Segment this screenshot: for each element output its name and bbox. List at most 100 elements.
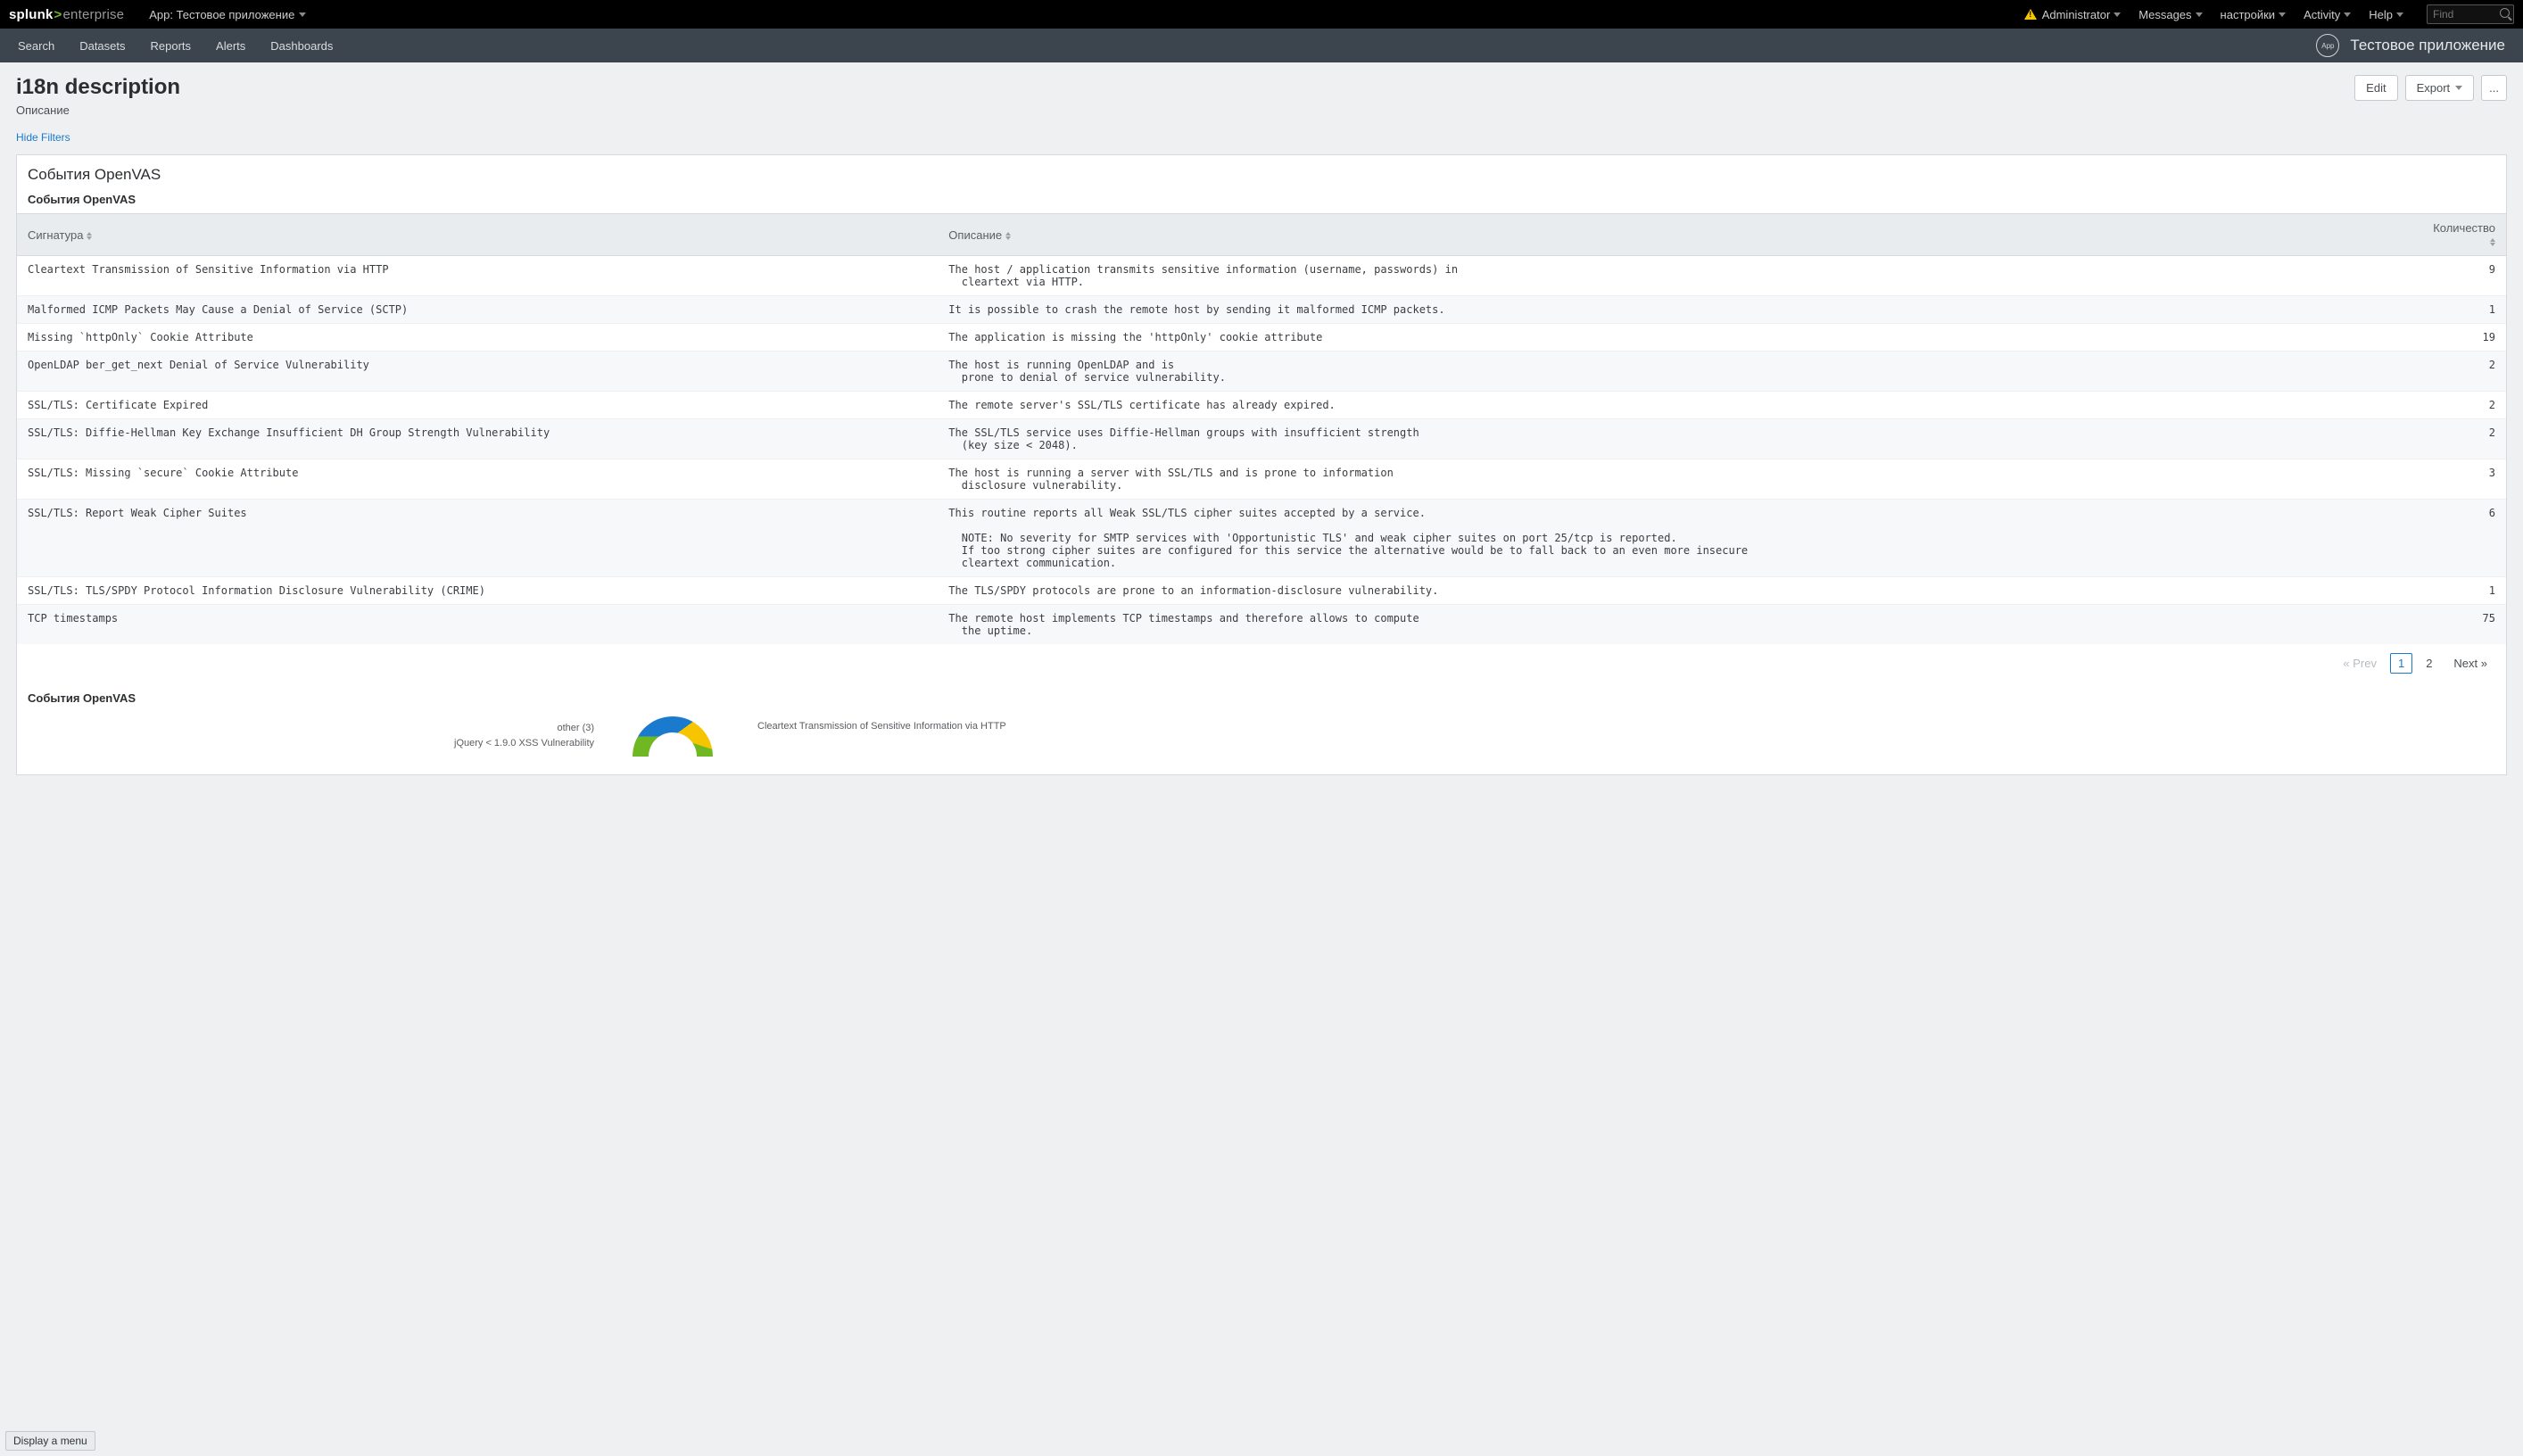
- nav-search[interactable]: Search: [18, 39, 54, 53]
- nav-dashboards[interactable]: Dashboards: [270, 39, 333, 53]
- cell-signature: SSL/TLS: Report Weak Cipher Suites: [17, 500, 938, 577]
- brand-word-1: splunk: [9, 7, 54, 22]
- edit-button[interactable]: Edit: [2354, 75, 2397, 101]
- openvas-pie-chart[interactable]: other (3) jQuery < 1.9.0 XSS Vulnerabili…: [17, 712, 2506, 774]
- app-nav-bar: Search Datasets Reports Alerts Dashboard…: [0, 29, 2523, 62]
- top-nav-bar: splunk>enterprise App: Тестовое приложен…: [0, 0, 2523, 29]
- caret-down-icon: [2455, 86, 2462, 90]
- legend-item[interactable]: jQuery < 1.9.0 XSS Vulnerability: [454, 736, 594, 751]
- cell-description: The remote server's SSL/TLS certificate …: [938, 392, 2417, 419]
- table-row[interactable]: Cleartext Transmission of Sensitive Info…: [17, 256, 2506, 296]
- search-icon[interactable]: [2500, 8, 2510, 18]
- app-nav: Search Datasets Reports Alerts Dashboard…: [18, 39, 333, 53]
- export-button[interactable]: Export: [2405, 75, 2475, 101]
- table-row[interactable]: SSL/TLS: TLS/SPDY Protocol Information D…: [17, 577, 2506, 605]
- cell-count: 6: [2417, 500, 2506, 577]
- caret-down-icon: [299, 12, 306, 17]
- warning-icon: [2024, 9, 2037, 20]
- settings-menu[interactable]: настройки: [2221, 8, 2287, 21]
- table-row[interactable]: Malformed ICMP Packets May Cause a Denia…: [17, 296, 2506, 324]
- more-actions-button[interactable]: ...: [2481, 75, 2507, 101]
- cell-description: It is possible to crash the remote host …: [938, 296, 2417, 324]
- table-row[interactable]: OpenLDAP ber_get_next Denial of Service …: [17, 352, 2506, 392]
- settings-label: настройки: [2221, 8, 2276, 21]
- cell-count: 75: [2417, 605, 2506, 645]
- panel-title: События OpenVAS: [17, 155, 2506, 193]
- export-label: Export: [2417, 81, 2451, 95]
- cell-count: 9: [2417, 256, 2506, 296]
- cell-count: 1: [2417, 577, 2506, 605]
- app-selector-label: App: Тестовое приложение: [149, 8, 294, 21]
- cell-description: The application is missing the 'httpOnly…: [938, 324, 2417, 352]
- page-header: i18n description Описание Edit Export ..…: [0, 62, 2523, 126]
- legend-item[interactable]: other (3): [454, 721, 594, 736]
- table-row[interactable]: SSL/TLS: Diffie-Hellman Key Exchange Ins…: [17, 419, 2506, 459]
- page-1[interactable]: 1: [2390, 653, 2412, 674]
- caret-down-icon: [2114, 12, 2121, 17]
- caret-down-icon: [2196, 12, 2203, 17]
- cell-signature: OpenLDAP ber_get_next Denial of Service …: [17, 352, 938, 392]
- brand-chevron-icon: >: [54, 7, 63, 22]
- page-actions: Edit Export ...: [2354, 75, 2507, 101]
- app-title-group: App Тестовое приложение: [2316, 34, 2505, 57]
- help-label: Help: [2369, 8, 2393, 21]
- messages-menu[interactable]: Messages: [2138, 8, 2202, 21]
- cell-signature: Cleartext Transmission of Sensitive Info…: [17, 256, 938, 296]
- cell-count: 2: [2417, 392, 2506, 419]
- sort-icon: [1005, 232, 1011, 240]
- cell-signature: Malformed ICMP Packets May Cause a Denia…: [17, 296, 938, 324]
- hide-filters-link[interactable]: Hide Filters: [0, 126, 2523, 154]
- cell-signature: SSL/TLS: Missing `secure` Cookie Attribu…: [17, 459, 938, 500]
- table-row[interactable]: SSL/TLS: Report Weak Cipher SuitesThis r…: [17, 500, 2506, 577]
- nav-reports[interactable]: Reports: [151, 39, 192, 53]
- caret-down-icon: [2396, 12, 2403, 17]
- top-right-group: Administrator Messages настройки Activit…: [2024, 4, 2514, 24]
- app-badge-icon: App: [2316, 34, 2339, 57]
- chart-subtitle: События OpenVAS: [17, 682, 2506, 712]
- sort-icon: [87, 232, 92, 240]
- nav-alerts[interactable]: Alerts: [216, 39, 245, 53]
- cell-count: 3: [2417, 459, 2506, 500]
- table-row[interactable]: TCP timestampsThe remote host implements…: [17, 605, 2506, 645]
- table-row[interactable]: SSL/TLS: Missing `secure` Cookie Attribu…: [17, 459, 2506, 500]
- col-signature-label: Сигнатура: [28, 228, 83, 242]
- messages-label: Messages: [2138, 8, 2191, 21]
- cell-description: This routine reports all Weak SSL/TLS ci…: [938, 500, 2417, 577]
- caret-down-icon: [2344, 12, 2351, 17]
- activity-menu[interactable]: Activity: [2304, 8, 2351, 21]
- cell-description: The TLS/SPDY protocols are prone to an i…: [938, 577, 2417, 605]
- cell-description: The host is running OpenLDAP and is pron…: [938, 352, 2417, 392]
- col-description[interactable]: Описание: [938, 214, 2417, 256]
- help-menu[interactable]: Help: [2369, 8, 2403, 21]
- chart-legend-left: other (3) jQuery < 1.9.0 XSS Vulnerabili…: [454, 721, 594, 750]
- panel-subtitle: События OpenVAS: [17, 193, 2506, 213]
- col-count-label: Количество: [2433, 221, 2495, 235]
- brand-word-2: enterprise: [63, 7, 125, 22]
- app-selector[interactable]: App: Тестовое приложение: [149, 8, 306, 21]
- chart-legend-right: Cleartext Transmission of Sensitive Info…: [757, 721, 1006, 732]
- nav-datasets[interactable]: Datasets: [79, 39, 125, 53]
- administrator-label: Administrator: [2042, 8, 2111, 21]
- openvas-events-panel: События OpenVAS События OpenVAS Сигнатур…: [16, 154, 2507, 775]
- administrator-menu[interactable]: Administrator: [2024, 8, 2122, 21]
- cell-count: 19: [2417, 324, 2506, 352]
- cell-signature: SSL/TLS: TLS/SPDY Protocol Information D…: [17, 577, 938, 605]
- table-row[interactable]: Missing `httpOnly` Cookie AttributeThe a…: [17, 324, 2506, 352]
- find-box: [2427, 4, 2514, 24]
- legend-item[interactable]: Cleartext Transmission of Sensitive Info…: [757, 721, 1006, 732]
- cell-description: The host is running a server with SSL/TL…: [938, 459, 2417, 500]
- page-2[interactable]: 2: [2418, 653, 2440, 674]
- app-title[interactable]: Тестовое приложение: [2350, 37, 2505, 54]
- page-next[interactable]: Next »: [2445, 653, 2495, 674]
- caret-down-icon: [2279, 12, 2286, 17]
- page-title: i18n description: [16, 75, 180, 100]
- col-count[interactable]: Количество: [2417, 214, 2506, 256]
- cell-signature: SSL/TLS: Certificate Expired: [17, 392, 938, 419]
- col-signature[interactable]: Сигнатура: [17, 214, 938, 256]
- cell-description: The SSL/TLS service uses Diffie-Hellman …: [938, 419, 2417, 459]
- page-prev: « Prev: [2335, 653, 2385, 674]
- brand-logo[interactable]: splunk>enterprise: [9, 7, 124, 22]
- col-description-label: Описание: [948, 228, 1002, 242]
- status-tooltip: Display a menu: [5, 1431, 95, 1451]
- table-row[interactable]: SSL/TLS: Certificate ExpiredThe remote s…: [17, 392, 2506, 419]
